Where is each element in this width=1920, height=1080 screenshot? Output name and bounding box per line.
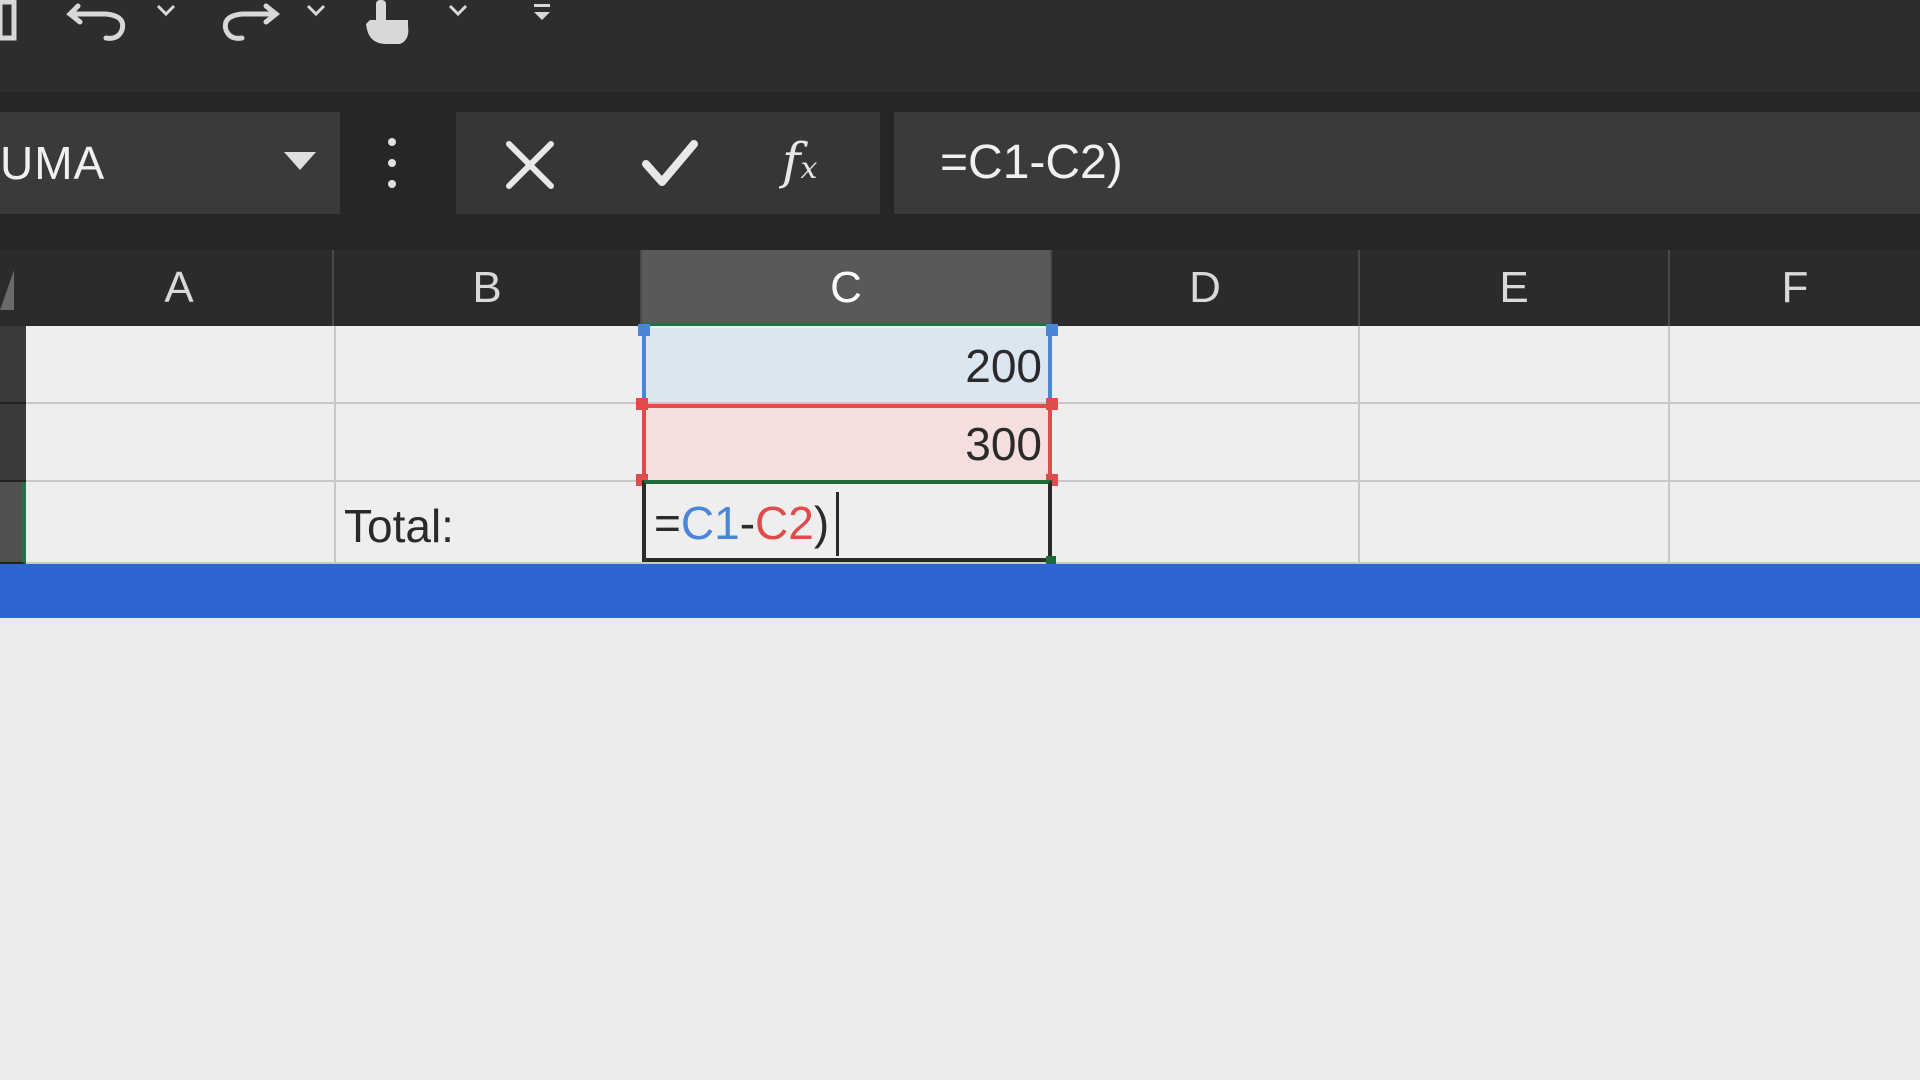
quick-access-toolbar	[0, 0, 1920, 92]
enter-checkmark-icon[interactable]	[642, 138, 698, 188]
undo-dropdown[interactable]	[152, 0, 182, 46]
formula-ref-c1: C1	[680, 497, 740, 549]
save-icon	[0, 0, 17, 41]
cell-c1-value: 200	[965, 340, 1042, 392]
redo-dropdown[interactable]	[302, 0, 332, 46]
ref-handle[interactable]	[638, 324, 650, 336]
select-all-corner[interactable]	[0, 270, 14, 310]
cell-b3-label: Total:	[344, 500, 454, 552]
row-header-3[interactable]	[0, 482, 26, 564]
cancel-icon[interactable]	[505, 140, 555, 190]
formula-equals: =	[654, 497, 681, 549]
touch-mode-button[interactable]	[360, 0, 414, 46]
text-cursor	[836, 492, 839, 556]
blank-area	[0, 618, 1920, 1080]
cell-c3-formula[interactable]: =C1-C2)	[654, 490, 829, 566]
save-button[interactable]	[0, 0, 20, 46]
chevron-down-icon	[306, 4, 326, 17]
gridline	[1668, 326, 1670, 564]
column-header-a[interactable]: A	[26, 250, 334, 326]
formula-ref-c2: C2	[755, 497, 814, 549]
touch-mode-dropdown[interactable]	[444, 0, 474, 46]
column-header-e[interactable]: E	[1360, 250, 1670, 326]
undo-icon	[66, 3, 126, 41]
gridline	[1358, 326, 1360, 564]
row-header-2[interactable]	[0, 404, 26, 482]
insert-function-icon[interactable]: fx	[782, 128, 817, 202]
vertical-dots-icon	[388, 138, 396, 188]
ref-handle[interactable]	[636, 398, 648, 410]
chevron-down-icon	[156, 4, 176, 17]
ref-handle[interactable]	[1046, 398, 1058, 410]
formula-tail: )	[813, 497, 830, 549]
row-header-1[interactable]	[0, 326, 26, 404]
column-header-b[interactable]: B	[334, 250, 642, 326]
redo-button[interactable]	[216, 0, 282, 46]
redo-icon	[222, 3, 281, 41]
column-header-c[interactable]: C	[642, 250, 1052, 326]
customize-toolbar-icon	[534, 4, 550, 20]
name-box-value[interactable]: UMA	[0, 112, 105, 214]
column-header-d[interactable]: D	[1052, 250, 1360, 326]
undo-button[interactable]	[66, 0, 132, 46]
chevron-down-icon	[448, 4, 468, 17]
formula-text[interactable]: =C1-C2)	[940, 112, 1123, 214]
customize-toolbar-button[interactable]	[528, 0, 558, 46]
touch-mode-icon	[366, 0, 409, 44]
blue-banner	[0, 564, 1920, 618]
formula-operator: -	[739, 497, 756, 549]
gridline	[334, 326, 336, 564]
ref-handle[interactable]	[1046, 324, 1058, 336]
cell-c2-value: 300	[965, 418, 1042, 470]
chevron-down-icon[interactable]	[280, 148, 320, 178]
column-header-f[interactable]: F	[1670, 250, 1920, 326]
